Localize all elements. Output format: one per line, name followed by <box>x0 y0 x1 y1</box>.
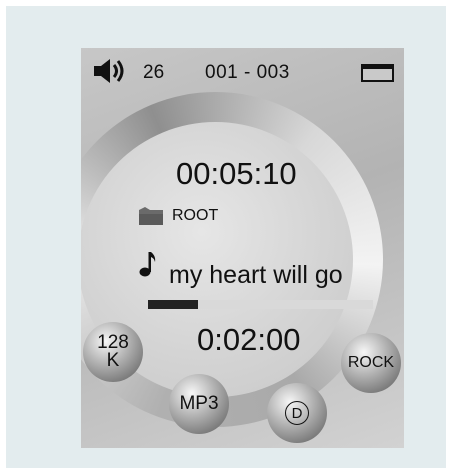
bitrate-badge[interactable]: 128 K <box>83 322 143 382</box>
progress-bar[interactable] <box>148 300 373 309</box>
device-frame: 26 001 - 003 00:05:10 ROOT my heart will… <box>6 6 446 468</box>
volume-level: 26 <box>143 62 165 83</box>
battery-icon <box>361 64 394 82</box>
eq-mode-button[interactable]: ROCK <box>341 333 401 393</box>
player-screen: 26 001 - 003 00:05:10 ROOT my heart will… <box>81 48 404 448</box>
progress-fill <box>148 300 198 309</box>
folder-name: ROOT <box>172 207 219 224</box>
music-note-icon <box>139 252 156 277</box>
song-title: my heart will go <box>169 261 343 289</box>
format-badge[interactable]: MP3 <box>169 374 229 434</box>
folder-icon <box>139 207 163 225</box>
eq-mode-label: ROCK <box>347 354 395 371</box>
format-label: MP3 <box>179 393 219 414</box>
track-counter: 001 - 003 <box>205 62 290 83</box>
elapsed-time: 00:05:10 <box>176 156 297 191</box>
bitrate-unit: K <box>106 350 120 371</box>
dolby-button[interactable]: D <box>267 383 327 443</box>
total-time: 0:02:00 <box>197 322 301 357</box>
dolby-label: D <box>291 404 303 422</box>
speaker-volume-icon[interactable] <box>93 58 127 84</box>
dolby-icon: D <box>285 401 309 425</box>
